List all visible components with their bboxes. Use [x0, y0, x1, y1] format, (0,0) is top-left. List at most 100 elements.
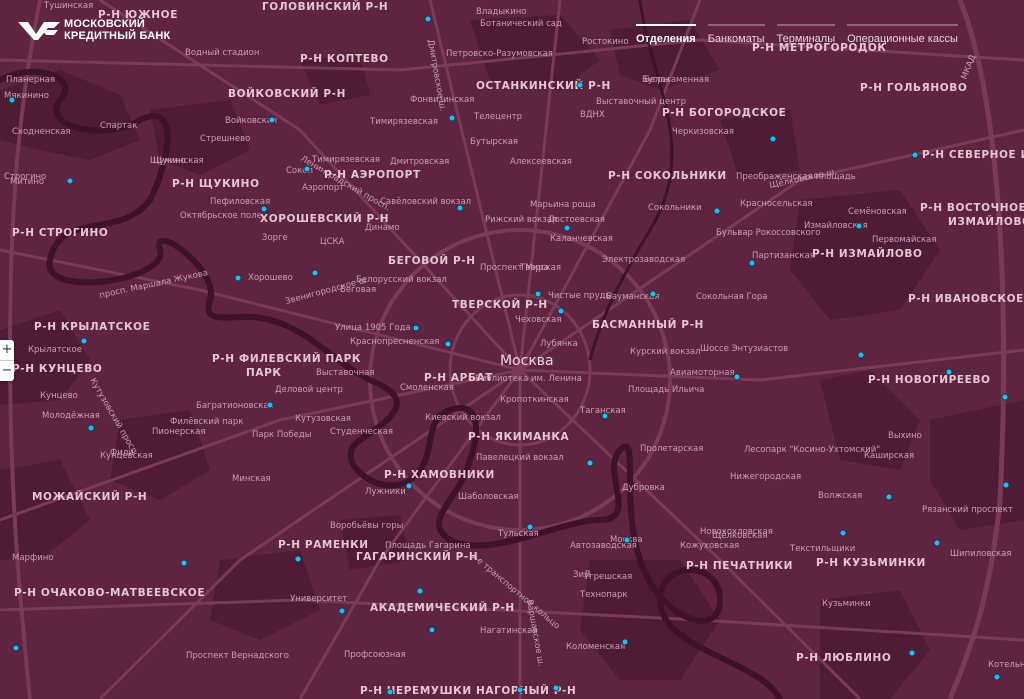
bank-logo-icon — [18, 22, 60, 40]
place-label: Нижегородская — [730, 472, 801, 482]
branch-pin[interactable] — [526, 523, 534, 531]
place-label: Профсоюзная — [344, 650, 406, 660]
branch-pin[interactable] — [552, 684, 560, 692]
branch-pin[interactable] — [66, 177, 74, 185]
place-label: Пролетарская — [640, 444, 703, 454]
branch-pin[interactable] — [260, 205, 268, 213]
branch-pin[interactable] — [303, 165, 311, 173]
branch-pin[interactable] — [586, 459, 594, 467]
branch-pin[interactable] — [444, 340, 452, 348]
place-label: Электрозаводская — [602, 255, 685, 265]
place-label: Зорге — [262, 233, 288, 243]
zoom-in-button[interactable]: + — [0, 340, 14, 360]
branch-pin[interactable] — [412, 324, 420, 332]
branch-pin[interactable] — [12, 644, 20, 652]
branch-pin[interactable] — [769, 135, 777, 143]
district-label: Р-Н ЯКИМАНКА — [468, 431, 569, 443]
branch-pin[interactable] — [945, 368, 953, 376]
branch-pin[interactable] — [576, 81, 584, 89]
place-label: Сходненская — [12, 127, 71, 137]
branch-pin[interactable] — [563, 224, 571, 232]
branch-pin[interactable] — [416, 587, 424, 595]
branch-pin[interactable] — [266, 401, 274, 409]
branch-pin[interactable] — [311, 269, 319, 277]
branch-pin[interactable] — [649, 290, 657, 298]
place-label: Кожуховская — [680, 541, 739, 551]
branch-pin[interactable] — [911, 151, 919, 159]
place-label: Волжская — [818, 491, 862, 501]
district-label: ИЗМАЙЛОВО — [948, 215, 1024, 228]
district-label: Р-Н ВОСТОЧНОЕ ИЗМАЙЛОВО — [920, 201, 1024, 214]
branch-pin[interactable] — [857, 351, 865, 359]
tab-terminals[interactable]: Терминалы — [776, 24, 836, 45]
tab-cash-desks[interactable]: Операционные кассы — [847, 24, 958, 45]
district-label: Р-Н СОКОЛЬНИКИ — [608, 170, 727, 182]
place-label: Дмитровская — [390, 157, 449, 167]
tab-atms[interactable]: Банкоматы — [707, 24, 765, 45]
branch-pin[interactable] — [621, 638, 629, 646]
branch-pin[interactable] — [180, 559, 188, 567]
branch-pin[interactable] — [87, 424, 95, 432]
place-label: Пионерская — [152, 427, 205, 437]
place-label: Минская — [232, 474, 271, 484]
branch-pin[interactable] — [557, 307, 565, 315]
branch-pin[interactable] — [748, 259, 756, 267]
district-label: Р-Н КУЗЬМИНКИ — [816, 557, 926, 569]
district-label: ТВЕРСКОЙ Р-Н — [452, 298, 548, 311]
place-label: Лужники — [365, 487, 406, 497]
branch-pin[interactable] — [733, 373, 741, 381]
place-label: Университет — [290, 594, 347, 604]
place-label: Проспект Мира — [480, 263, 549, 273]
district-label: Р-Н ФИЛЕВСКИЙ ПАРК — [212, 352, 361, 365]
map-canvas[interactable]: Р-Н КОПТЕВОВОЙКОВСКИЙ Р-НОСТАНКИНСКИЙ Р-… — [0, 0, 1024, 699]
district-label: ОСТАНКИНСКИЙ Р-Н — [476, 79, 611, 92]
place-label: Курский вокзал — [630, 347, 701, 357]
branch-pin[interactable] — [993, 673, 1001, 681]
place-label: Щукино — [150, 156, 186, 166]
place-label: Красносельская — [740, 199, 813, 209]
branch-pin[interactable] — [456, 204, 464, 212]
district-label: Р-Н ХАМОВНИКИ — [384, 469, 495, 481]
branch-pin[interactable] — [1001, 393, 1009, 401]
district-label: ГАГАРИНСКИЙ Р-Н — [356, 550, 478, 563]
branch-pin[interactable] — [713, 207, 721, 215]
district-label: МОЖАЙСКИЙ Р-Н — [32, 490, 147, 503]
place-label: Рязанский проспект — [922, 505, 1013, 515]
place-label: Кропоткинская — [500, 395, 569, 405]
place-label: ЦСКА — [320, 237, 345, 247]
branch-pin[interactable] — [448, 114, 456, 122]
branch-pin[interactable] — [386, 688, 394, 696]
branch-pin[interactable] — [908, 649, 916, 657]
place-label: Площадь Ильича — [628, 385, 704, 395]
district-label: Р-Н ИЗМАЙЛОВО — [812, 247, 922, 260]
place-label: Кутузовская — [295, 414, 351, 424]
place-label: Бутырская — [470, 137, 518, 147]
branch-pin[interactable] — [885, 493, 893, 501]
branch-pin[interactable] — [839, 529, 847, 537]
branch-pin[interactable] — [428, 626, 436, 634]
branch-pin[interactable] — [338, 607, 346, 615]
place-label: Багратионовская — [196, 401, 274, 411]
place-label: Коломенская — [566, 642, 625, 652]
bank-logo[interactable]: МОСКОВСКИЙ КРЕДИТНЫЙ БАНК — [18, 18, 170, 42]
branch-pin[interactable] — [601, 412, 609, 420]
branch-pin[interactable] — [234, 274, 242, 282]
tab-branches[interactable]: Отделения — [636, 24, 696, 45]
branch-pin[interactable] — [8, 96, 16, 104]
branch-pin[interactable] — [855, 222, 863, 230]
branch-pin[interactable] — [80, 337, 88, 345]
place-label: Шипиловская — [950, 549, 1011, 559]
branch-pin[interactable] — [1002, 481, 1010, 489]
branch-pin[interactable] — [268, 116, 276, 124]
branch-pin[interactable] — [405, 482, 413, 490]
branch-pin[interactable] — [294, 555, 302, 563]
place-label: Филёвский парк — [170, 417, 243, 427]
place-label: Алексеевская — [510, 157, 572, 167]
district-label: Р-Н КУНЦЕВО — [12, 363, 102, 375]
branch-pin[interactable] — [623, 536, 631, 544]
branch-pin[interactable] — [516, 686, 524, 694]
branch-pin[interactable] — [933, 539, 941, 547]
branch-pin[interactable] — [534, 290, 542, 298]
zoom-out-button[interactable]: − — [0, 360, 14, 381]
place-label: Тульская — [497, 529, 539, 539]
